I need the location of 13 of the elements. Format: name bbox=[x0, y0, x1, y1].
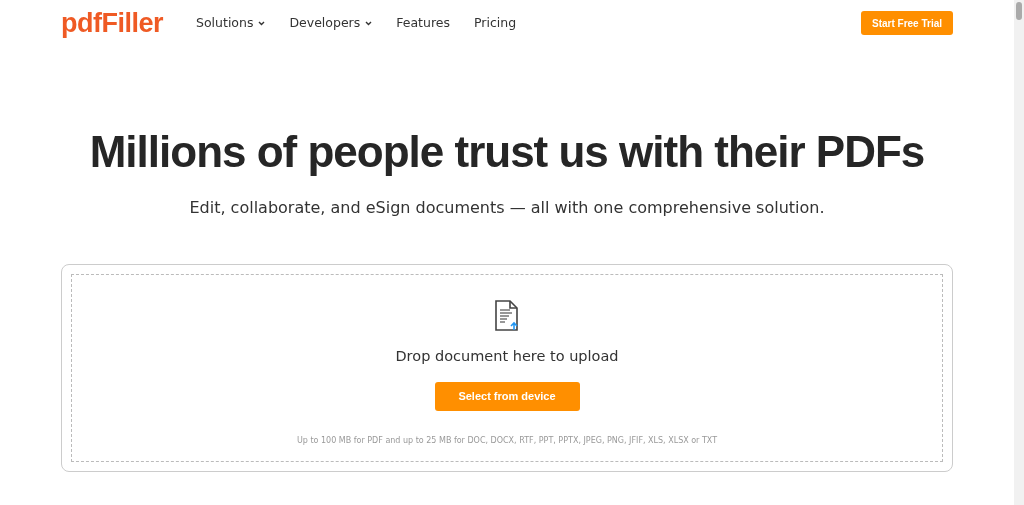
nav-link[interactable]: Features bbox=[396, 13, 450, 33]
caret-icon bbox=[365, 20, 373, 26]
caret-icon bbox=[258, 20, 266, 26]
nav-link[interactable]: Developers bbox=[289, 13, 373, 33]
nav-link[interactable]: Pricing bbox=[474, 13, 517, 33]
hero-heading: Millions of people trust us with their PDFs bbox=[88, 130, 926, 174]
scrollbar[interactable] bbox=[1014, 0, 1024, 505]
document-upload-icon bbox=[494, 300, 520, 332]
nav-link[interactable]: Solutions bbox=[196, 13, 266, 33]
drop-zone[interactable]: Drop document here to upload Select from device Up to 100 MB for PDF and up to 25 MB for DOC, DOCX, RTF, PPT, PPTX, JPEG, PNG, JFIF, XLS, XLSX or TXT bbox=[71, 274, 943, 462]
file-size-note: Up to 100 MB for PDF and up to 25 MB for DOC, DOCX, RTF, PPT, PPTX, JPEG, PNG, JFIF, XLS, XLSX or TXT bbox=[296, 434, 718, 447]
drop-prompt: Drop document here to upload bbox=[395, 347, 619, 366]
hero-subtitle: Edit, collaborate, and eSign documents — all with one comprehensive solution. bbox=[188, 197, 826, 219]
